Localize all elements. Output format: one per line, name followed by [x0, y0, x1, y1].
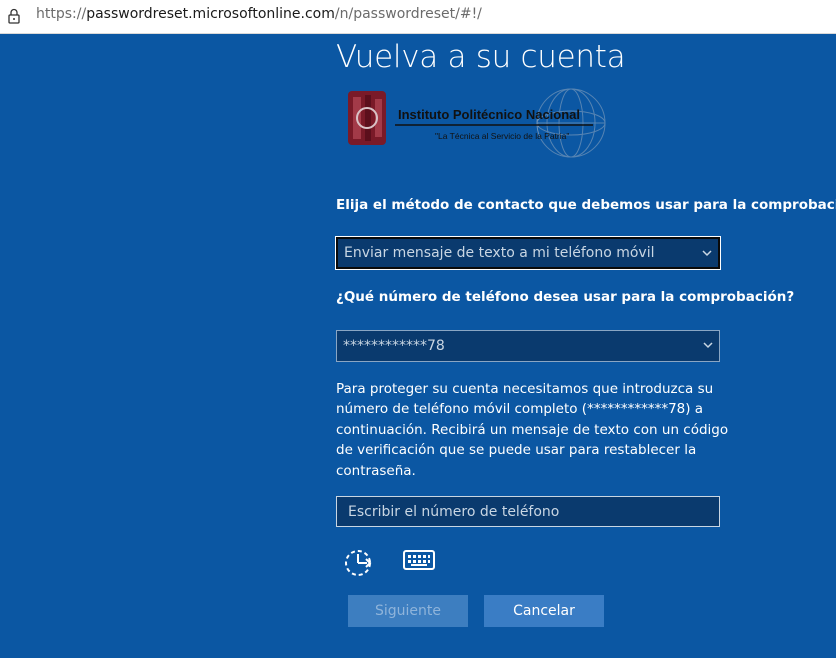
- phone-number-value: ************78: [343, 338, 445, 354]
- phone-number-label: ¿Qué número de teléfono desea usar para …: [336, 289, 795, 305]
- phone-number-placeholder: Escribir el número de teléfono: [348, 503, 560, 520]
- keyboard-icon[interactable]: [403, 548, 435, 572]
- url-host: passwordreset.microsoftonline.com: [86, 6, 335, 22]
- logo-tagline: "La Técnica al Servicio de la Patria": [435, 131, 569, 141]
- instructions-text: Para proteger su cuenta necesitamos que …: [336, 381, 729, 479]
- timer-reset-icon[interactable]: [343, 548, 377, 578]
- ipn-logo: Instituto Politécnico Nacional "La Técni…: [343, 81, 609, 163]
- page-title: Vuelva a su cuenta: [336, 39, 626, 75]
- chevron-down-icon: [703, 342, 713, 349]
- ipn-logo-graphic: Instituto Politécnico Nacional "La Técni…: [348, 85, 609, 161]
- next-button[interactable]: Siguiente: [348, 595, 468, 627]
- browser-address-bar[interactable]: https://passwordreset.microsoftonline.co…: [0, 0, 836, 34]
- cancel-button[interactable]: Cancelar: [484, 595, 604, 627]
- contact-method-label: Elija el método de contacto que debemos …: [336, 197, 836, 213]
- chevron-down-icon: [702, 250, 712, 257]
- lock-icon: [8, 8, 20, 24]
- password-reset-panel: Vuelva a su cuenta Instituto Politécnico…: [336, 33, 836, 658]
- url-prefix: https://: [36, 6, 87, 22]
- logo-name: Instituto Politécnico Nacional: [398, 107, 580, 122]
- contact-method-select[interactable]: Enviar mensaje de texto a mi teléfono mó…: [336, 237, 720, 269]
- phone-number-select[interactable]: ************78: [336, 330, 720, 362]
- phone-number-input[interactable]: Escribir el número de teléfono: [336, 496, 720, 527]
- contact-method-value: Enviar mensaje de texto a mi teléfono mó…: [344, 245, 655, 261]
- url-path: /n/passwordreset/#!/: [334, 6, 482, 22]
- url-text[interactable]: https://passwordreset.microsoftonline.co…: [36, 6, 482, 22]
